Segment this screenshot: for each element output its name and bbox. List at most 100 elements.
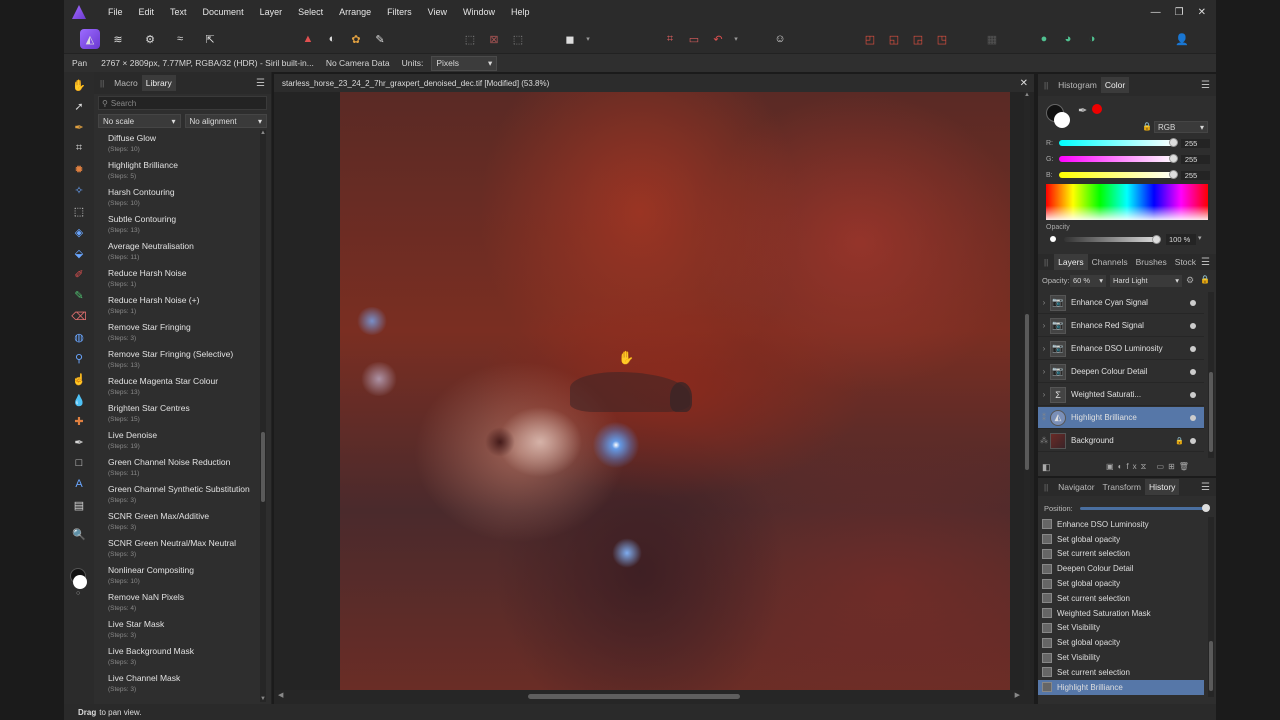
close-window-icon[interactable]: ✕ [1198,7,1206,18]
expand-chevron-icon[interactable]: › [1038,298,1050,307]
scrollbar-thumb[interactable] [1209,641,1213,691]
blue-value[interactable]: 255 [1180,170,1210,180]
rotate-icon[interactable]: ↶ [708,29,728,49]
select-all-icon[interactable]: ⬚ [460,29,480,49]
tone-mapping-persona-icon[interactable]: ≈ [170,29,190,49]
tab-stock[interactable]: Stock [1171,254,1200,270]
history-entry[interactable]: Set Visibility [1038,650,1204,665]
layer-view-icon[interactable]: ◧ [1042,462,1051,473]
panel-menu-icon[interactable]: ☰ [1201,257,1210,268]
history-entry[interactable]: Deepen Colour Detail [1038,561,1204,576]
boolean-intersect-icon[interactable]: ◑ [1082,29,1102,49]
scroll-left-icon[interactable]: ◀ [278,691,283,699]
add-layer-icon[interactable]: ⊞ [1168,462,1179,471]
menu-layer[interactable]: Layer [252,7,291,17]
macro-item[interactable]: Live Background Mask (Steps: 3) [102,643,256,670]
layer-row[interactable]: › Σ Weighted Saturati... [1038,384,1204,406]
layer-row[interactable]: ⁂ Background 🔒 [1038,430,1204,452]
boolean-subtract-icon[interactable]: ◕ [1058,29,1078,49]
macro-item[interactable]: Subtle Contouring (Steps: 13) [102,211,256,238]
blend-options-gear-icon[interactable]: ⚙ [1186,275,1194,286]
auto-levels-icon[interactable]: ◐ [322,29,342,49]
panel-grip-icon[interactable]: || [100,79,104,88]
history-position-slider[interactable] [1080,504,1210,512]
flood-select-tool-icon[interactable]: ✧ [72,183,86,197]
macro-item[interactable]: Nonlinear Compositing (Steps: 10) [102,562,256,589]
blur-tool-icon[interactable]: 💧 [72,393,86,407]
auto-white-balance-icon[interactable]: ✎ [370,29,390,49]
tab-library[interactable]: Library [141,75,176,91]
delete-layer-icon[interactable]: 🗑 [1179,462,1193,471]
dodge-tool-icon[interactable]: ◍ [72,330,86,344]
slider-knob[interactable] [1202,504,1210,512]
layers-scrollbar[interactable] [1208,292,1214,458]
menu-edit[interactable]: Edit [131,7,163,17]
layer-visibility-icon[interactable] [1190,299,1196,306]
macro-item[interactable]: Live Channel Mask (Steps: 3) [102,670,256,697]
tab-channels[interactable]: Channels [1088,254,1132,270]
slider-knob[interactable] [1168,138,1178,147]
group-icon[interactable]: ▭ [1157,462,1169,471]
macro-item[interactable]: Green Channel Synthetic Substitution (Ste… [102,481,256,508]
selection-brush-tool-icon[interactable]: ✹ [72,162,86,176]
canvas-horizontal-scrollbar[interactable]: ◀ ▶ [274,690,1034,704]
layer-row[interactable]: ⁑ ◭ Highlight Brilliance [1038,407,1204,429]
hand-tool-icon[interactable]: ✋ [72,78,86,92]
macro-list-scrollbar[interactable]: ▲ ▼ [260,130,266,702]
arrange-front-icon[interactable]: ◳ [932,29,952,49]
scale-select[interactable]: No scale ▾ [98,114,181,128]
rotate-dropdown-icon[interactable]: ▾ [726,29,746,49]
history-entry[interactable]: Set global opacity [1038,635,1204,650]
macro-item[interactable]: Reduce Harsh Noise (+) (Steps: 1) [102,292,256,319]
macro-item[interactable]: Reduce Harsh Noise (Steps: 1) [102,265,256,292]
menu-file[interactable]: File [100,7,131,17]
macro-item[interactable]: Harsh Contouring (Steps: 10) [102,184,256,211]
pixel-tool-icon[interactable]: ✎ [72,288,86,302]
flood-fill-tool-icon[interactable]: ◈ [72,225,86,239]
user-account-icon[interactable]: 👤 [1172,29,1192,49]
invert-selection-icon[interactable]: ⬚ [508,29,528,49]
layer-visibility-icon[interactable] [1190,322,1196,329]
menu-view[interactable]: View [420,7,455,17]
expand-chevron-icon[interactable]: › [1038,344,1050,353]
expand-chevron-icon[interactable]: › [1038,367,1050,376]
macro-item[interactable]: Reduce Magenta Star Colour (Steps: 13) [102,373,256,400]
crop-tool-icon[interactable]: ⌗ [72,141,86,155]
slider-knob[interactable] [1168,154,1178,163]
affinity-photo-logo-icon[interactable] [72,5,86,19]
mask-icon[interactable]: ▣ [1106,462,1118,471]
boolean-add-icon[interactable]: ● [1034,29,1054,49]
macro-item[interactable]: SCNR Green Max/Additive (Steps: 3) [102,508,256,535]
scroll-right-icon[interactable]: ▶ [1015,691,1020,699]
scroll-up-icon[interactable]: ▲ [1024,92,1030,98]
history-entry[interactable]: Weighted Saturation Mask [1038,606,1204,621]
snapping-icon[interactable]: ▦ [982,29,1002,49]
layer-lock-icon[interactable]: 🔒 [1175,437,1184,445]
layer-link-icon[interactable]: ⁂ [1038,436,1050,445]
macro-item[interactable]: Remove NaN Pixels (Steps: 4) [102,589,256,616]
menu-filters[interactable]: Filters [379,7,420,17]
auto-colour-icon[interactable]: ✿ [346,29,366,49]
layer-opacity-select[interactable]: 60 % ▾ [1070,275,1106,287]
library-search[interactable]: ⚲ Search [98,96,267,110]
layer-row[interactable]: › 📷 Deepen Colour Detail [1038,361,1204,383]
blue-slider[interactable] [1058,170,1178,179]
history-entry[interactable]: Enhance DSO Luminosity [1038,517,1204,532]
layer-visibility-icon[interactable] [1190,345,1196,352]
rectangle-tool-icon[interactable]: □ [72,456,86,470]
layer-row[interactable]: › 📷 Enhance Cyan Signal [1038,292,1204,314]
red-value[interactable]: 255 [1180,138,1210,148]
minimize-icon[interactable]: — [1151,7,1161,18]
layer-visibility-icon[interactable] [1190,368,1196,375]
crop-straighten-icon[interactable]: ⌗ [660,29,680,49]
inpainting-tool-icon[interactable]: ✚ [72,414,86,428]
scrollbar-thumb[interactable] [1025,314,1029,470]
history-entry[interactable]: Set current selection [1038,547,1204,562]
layer-visibility-icon[interactable] [1190,391,1196,398]
primary-colour-well[interactable] [1054,112,1070,128]
mirror-icon[interactable]: ▭ [684,29,704,49]
swap-colours-icon[interactable]: ○ [76,590,80,597]
blend-mode-select[interactable]: Hard Light ▾ [1110,275,1182,287]
layer-visibility-icon[interactable] [1190,414,1196,421]
units-select[interactable]: Pixels ▾ [431,55,498,71]
